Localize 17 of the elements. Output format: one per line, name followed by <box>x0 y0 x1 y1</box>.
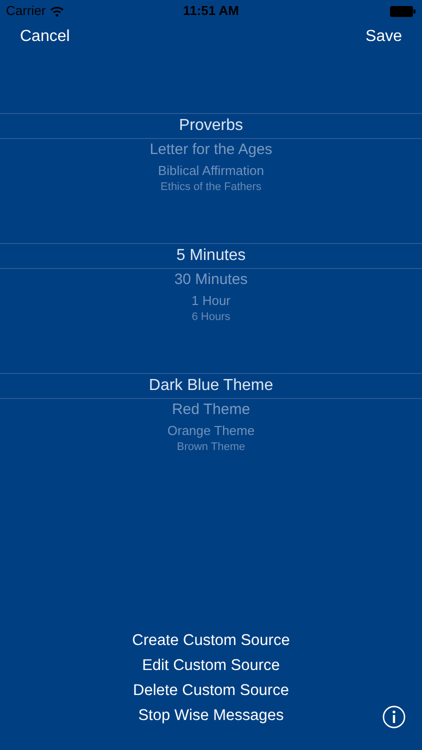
picker-option[interactable]: 30 Minutes <box>174 268 248 292</box>
action-button[interactable]: Edit Custom Source <box>142 653 280 678</box>
picker-option[interactable]: Proverbs <box>178 114 244 138</box>
info-icon[interactable] <box>382 705 406 729</box>
picker-option[interactable]: Red Theme <box>172 398 250 422</box>
picker-option[interactable]: 5 Minutes <box>176 244 246 268</box>
action-button[interactable]: Delete Custom Source <box>133 678 289 703</box>
action-button[interactable]: Stop Wise Messages <box>138 703 284 728</box>
action-button[interactable]: Create Custom Source <box>132 628 290 653</box>
wifi-icon <box>50 6 64 16</box>
picker-option[interactable]: Letter for the Ages <box>150 138 272 162</box>
save-button[interactable]: Save <box>366 25 402 49</box>
carrier-label: Carrier <box>6 2 46 20</box>
clock-time: 11:51 AM <box>183 2 239 20</box>
cancel-button[interactable]: Cancel <box>20 25 70 49</box>
picker-option[interactable]: Dark Blue Theme <box>148 374 274 398</box>
battery-icon <box>390 6 416 16</box>
